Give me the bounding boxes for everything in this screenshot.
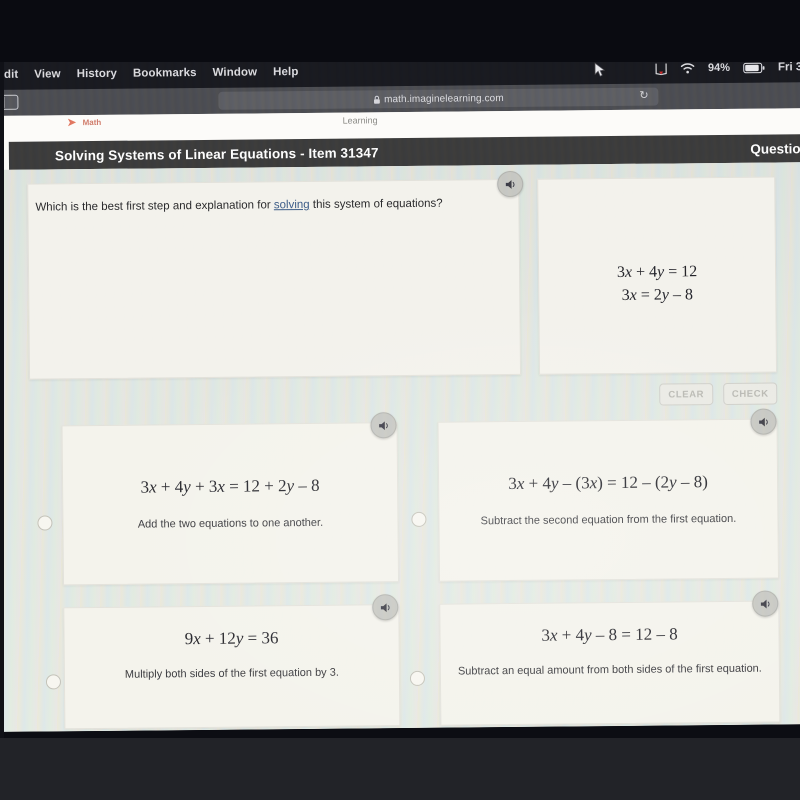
photo-bezel-top (0, 0, 800, 62)
check-button[interactable]: CHECK (723, 382, 778, 405)
menu-item-history[interactable]: History (77, 68, 117, 80)
question-link-solving[interactable]: solving (274, 199, 310, 211)
equation-line-1: 3x + 4y = 12 (616, 263, 698, 281)
answer-d-radio[interactable] (409, 670, 426, 686)
photo-bezel-bottom (0, 738, 800, 800)
answer-option-c[interactable]: 9x + 12y = 36 Multiply both sides of the… (63, 604, 401, 730)
answer-b-radio[interactable] (411, 511, 427, 527)
web-page: ➤ Math Learning Solving Systems of Linea… (0, 108, 800, 732)
imagine-learning-logo-icon: ➤ (66, 115, 77, 130)
speaker-icon-answer-c[interactable] (372, 594, 399, 621)
speaker-icon-answer-d[interactable] (752, 590, 779, 617)
clear-button[interactable]: CLEAR (659, 383, 714, 406)
answer-choices: 3x + 4y + 3x = 12 + 2y – 8 Add the two e… (0, 408, 800, 732)
answer-b-equation: 3x + 4y – (3x) = 12 – (2y – 8) (508, 472, 708, 494)
site-learning-label: Learning (342, 115, 378, 126)
answer-c-explanation: Multiply both sides of the first equatio… (124, 666, 339, 681)
menu-bar-clock[interactable]: Fri 3: (778, 61, 800, 73)
wifi-icon[interactable] (680, 62, 695, 74)
answer-option-a[interactable]: 3x + 4y + 3x = 12 + 2y – 8 Add the two e… (61, 422, 400, 586)
url-text: math.imaginelearning.com (383, 92, 504, 105)
site-logo-label: Math (82, 117, 102, 128)
action-button-row: CLEAR CHECK (659, 382, 778, 406)
reload-icon[interactable]: ↻ (639, 90, 650, 102)
question-text-part2: this system of equations? (309, 197, 443, 211)
battery-percentage: 94% (707, 61, 731, 75)
answer-d-explanation: Subtract an equal amount from both sides… (457, 662, 762, 678)
equations-panel: 3x + 4y = 12 3x = 2y – 8 (537, 176, 778, 375)
answer-a-equation: 3x + 4y + 3x = 12 + 2y – 8 (140, 475, 320, 497)
cursor-arrow-icon (594, 62, 606, 77)
site-logo[interactable]: ➤ Math (66, 115, 102, 130)
address-bar[interactable]: math.imaginelearning.com ↻ (218, 87, 659, 110)
answer-option-b[interactable]: 3x + 4y – (3x) = 12 – (2y – 8) Subtract … (437, 418, 780, 582)
menu-item-view[interactable]: View (34, 68, 61, 80)
question-text-part1: Which is the best first step and explana… (35, 199, 274, 214)
question-panel: Which is the best first step and explana… (27, 178, 522, 380)
equation-line-2: 3x = 2y – 8 (621, 286, 693, 305)
question-counter: Question (750, 140, 800, 157)
answer-c-radio[interactable] (45, 674, 62, 690)
battery-icon[interactable] (743, 62, 765, 73)
system-of-equations: 3x + 4y = 12 3x = 2y – 8 (539, 259, 775, 308)
speaker-icon-answer-b[interactable] (750, 408, 777, 435)
question-text: Which is the best first step and explana… (35, 196, 508, 216)
answer-b-explanation: Subtract the second equation from the fi… (480, 512, 737, 528)
answer-a-explanation: Add the two equations to one another. (137, 516, 324, 531)
photographed-screen: Edit View History Bookmarks Window Help (0, 0, 800, 800)
menu-item-window[interactable]: Window (212, 66, 257, 78)
page-title: Solving Systems of Linear Equations - It… (54, 144, 379, 163)
lock-icon (373, 95, 380, 104)
answer-d-equation: 3x + 4y – 8 = 12 – 8 (541, 624, 678, 645)
answer-option-d[interactable]: 3x + 4y – 8 = 12 – 8 Subtract an equal a… (439, 600, 781, 726)
speaker-icon-answer-a[interactable] (370, 412, 397, 439)
question-work-area: Which is the best first step and explana… (0, 162, 800, 732)
answer-c-equation: 9x + 12y = 36 (184, 628, 279, 649)
laptop-screen-content: Edit View History Bookmarks Window Help (0, 52, 800, 732)
menu-item-help[interactable]: Help (273, 66, 298, 78)
menu-item-bookmarks[interactable]: Bookmarks (133, 67, 197, 80)
speaker-icon-question[interactable] (497, 170, 524, 198)
app-status-icon[interactable] (655, 62, 667, 75)
photo-bezel-left (0, 0, 4, 800)
answer-a-radio[interactable] (37, 515, 53, 531)
